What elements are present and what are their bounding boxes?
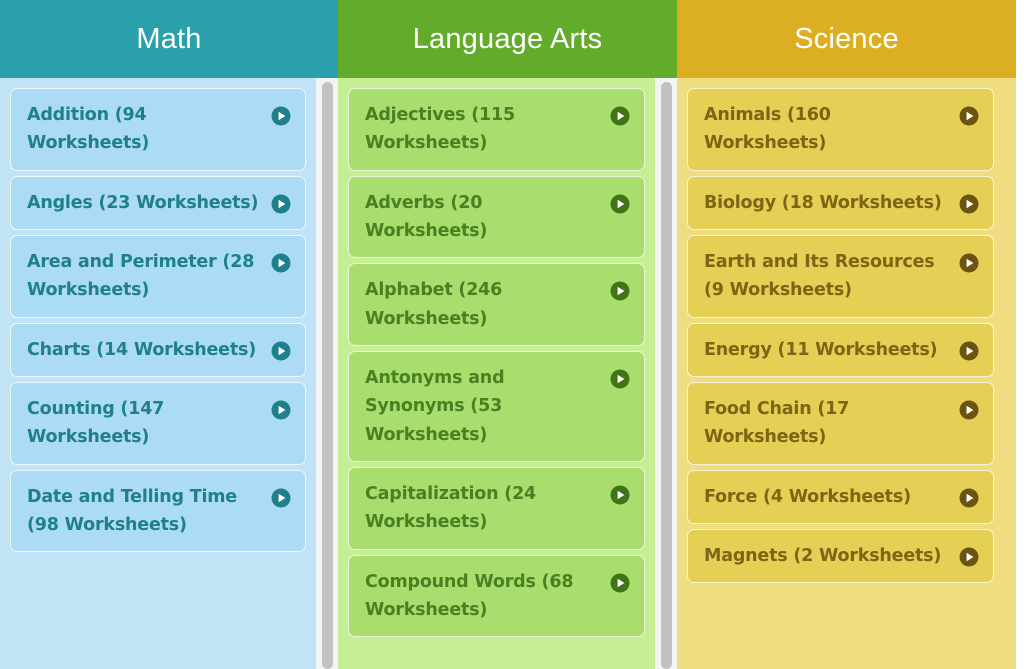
topic-list-math[interactable]: Addition (94 Worksheets) Angles (23 Work… (0, 78, 316, 669)
topic-card[interactable]: Capitalization (24 Worksheets) (348, 467, 645, 550)
play-icon[interactable] (271, 189, 291, 214)
play-icon[interactable] (610, 101, 630, 126)
topic-list-language-arts[interactable]: Adjectives (115 Worksheets) Adverbs (20 … (338, 78, 655, 669)
topic-card[interactable]: Energy (11 Worksheets) (687, 322, 994, 378)
topic-card[interactable]: Antonyms and Synonyms (53 Worksheets) (348, 351, 645, 463)
topic-card[interactable]: Charts (14 Worksheets) (10, 322, 306, 378)
play-icon[interactable] (959, 336, 979, 361)
panel-wrap-science: Animals (160 Worksheets) Biology (18 Wor… (677, 78, 1016, 669)
topic-label: Biology (18 Worksheets) (704, 192, 942, 213)
play-icon[interactable] (610, 568, 630, 593)
topic-label: Adverbs (20 Worksheets) (365, 192, 488, 242)
play-icon[interactable] (959, 542, 979, 567)
topic-label: Date and Telling Time (98 Worksheets) (27, 486, 237, 536)
topic-label: Earth and Its Resources (9 Worksheets) (704, 252, 935, 301)
topic-label: Energy (11 Worksheets) (704, 339, 938, 360)
play-icon[interactable] (271, 101, 291, 126)
topic-list-science[interactable]: Animals (160 Worksheets) Biology (18 Wor… (677, 78, 1016, 669)
play-icon[interactable] (610, 189, 630, 214)
scrollbar-thumb[interactable] (660, 82, 672, 669)
topic-label: Counting (147 Worksheets) (27, 399, 165, 448)
topic-card[interactable]: Angles (23 Worksheets) (10, 175, 306, 231)
topic-label: Magnets (2 Worksheets) (704, 546, 942, 567)
topic-label: Alphabet (246 Worksheets) (365, 280, 503, 329)
topic-label: Force (4 Worksheets) (704, 486, 911, 507)
column-header-language-arts: Language Arts (338, 0, 677, 78)
topic-card[interactable]: Alphabet (246 Worksheets) (348, 263, 645, 347)
topic-label: Antonyms and Synonyms (53 Worksheets) (365, 368, 505, 445)
topic-card[interactable]: Addition (94 Worksheets) (10, 88, 306, 171)
topic-card[interactable]: Counting (147 Worksheets) (10, 382, 306, 465)
subject-column-science: Science Animals (160 Worksheets) Biology… (677, 0, 1016, 669)
topic-card[interactable]: Earth and Its Resources (9 Worksheets) (687, 235, 994, 318)
topic-card[interactable]: Biology (18 Worksheets) (687, 175, 994, 231)
play-icon[interactable] (271, 395, 291, 420)
topic-label: Area and Perimeter (28 Worksheets) (27, 252, 255, 301)
topic-card[interactable]: Food Chain (17 Worksheets) (687, 382, 994, 465)
topic-card[interactable]: Magnets (2 Worksheets) (687, 529, 994, 584)
column-header-science: Science (677, 0, 1016, 78)
scrollbar-thumb[interactable] (321, 82, 333, 669)
topic-label: Food Chain (17 Worksheets) (704, 399, 850, 448)
topic-card[interactable]: Adverbs (20 Worksheets) (348, 175, 645, 259)
subject-column-language-arts: Language Arts Adjectives (115 Worksheets… (338, 0, 677, 669)
column-header-math: Math (0, 0, 338, 78)
topic-card[interactable]: Force (4 Worksheets) (687, 469, 994, 525)
play-icon[interactable] (959, 101, 979, 126)
panel-wrap-language-arts: Adjectives (115 Worksheets) Adverbs (20 … (338, 78, 677, 669)
topic-label: Addition (94 Worksheets) (27, 105, 150, 154)
topic-label: Adjectives (115 Worksheets) (365, 105, 515, 154)
subject-columns-board: Math Addition (94 Worksheets) Angles (23… (0, 0, 1024, 669)
play-icon[interactable] (959, 189, 979, 214)
topic-label: Capitalization (24 Worksheets) (365, 484, 537, 533)
topic-label: Charts (14 Worksheets) (27, 339, 257, 360)
topic-label: Animals (160 Worksheets) (704, 105, 831, 154)
scrollbar-math[interactable] (316, 78, 338, 669)
play-icon[interactable] (271, 336, 291, 361)
play-icon[interactable] (271, 248, 291, 273)
scrollbar-language-arts[interactable] (655, 78, 677, 669)
play-icon[interactable] (959, 248, 979, 273)
topic-card[interactable]: Date and Telling Time (98 Worksheets) (10, 469, 306, 553)
topic-card[interactable]: Area and Perimeter (28 Worksheets) (10, 235, 306, 318)
play-icon[interactable] (959, 483, 979, 508)
topic-card[interactable]: Animals (160 Worksheets) (687, 88, 994, 171)
topic-label: Compound Words (68 Worksheets) (365, 571, 574, 621)
play-icon[interactable] (271, 483, 291, 508)
play-icon[interactable] (959, 395, 979, 420)
play-icon[interactable] (610, 276, 630, 301)
panel-wrap-math: Addition (94 Worksheets) Angles (23 Work… (0, 78, 338, 669)
topic-card[interactable]: Adjectives (115 Worksheets) (348, 88, 645, 171)
topic-card[interactable]: Compound Words (68 Worksheets) (348, 554, 645, 638)
topic-label: Angles (23 Worksheets) (27, 192, 259, 213)
subject-column-math: Math Addition (94 Worksheets) Angles (23… (0, 0, 338, 669)
play-icon[interactable] (610, 364, 630, 389)
play-icon[interactable] (610, 480, 630, 505)
